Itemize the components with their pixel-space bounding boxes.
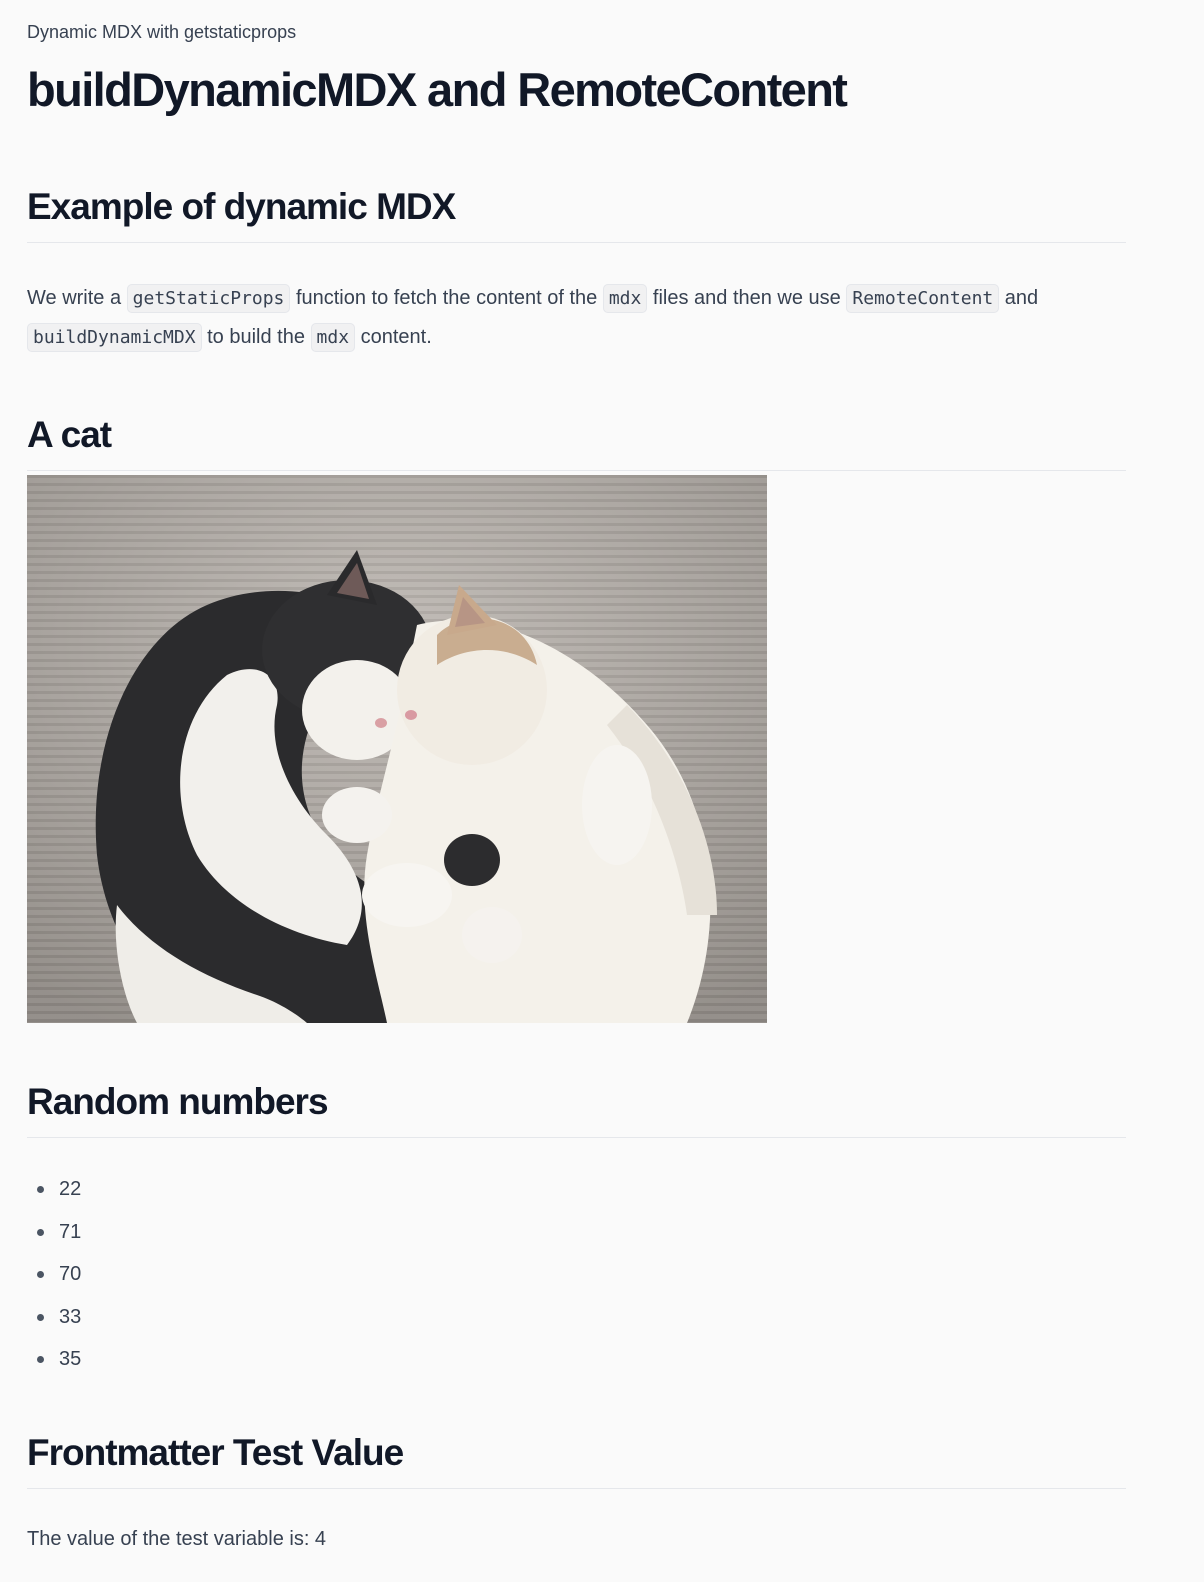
page-title: buildDynamicMDX and RemoteContent — [27, 63, 848, 116]
text: files and then we use — [647, 287, 847, 309]
random-numbers-list: 22 71 70 33 35 — [27, 1168, 81, 1381]
inline-code: getStaticProps — [126, 284, 291, 313]
section-heading-random-numbers: Random numbers — [27, 1081, 1126, 1138]
section-heading-cat: A cat — [27, 414, 1126, 471]
section-heading-example: Example of dynamic MDX — [27, 186, 1126, 243]
inline-code: buildDynamicMDX — [27, 323, 202, 352]
cat-photo — [27, 475, 767, 1023]
text: content. — [355, 326, 432, 348]
text: and — [999, 287, 1039, 309]
list-item: 71 — [27, 1211, 81, 1254]
inline-code: RemoteContent — [846, 284, 1000, 313]
inline-code: mdx — [310, 323, 356, 352]
breadcrumb[interactable]: Dynamic MDX with getstaticprops — [27, 22, 296, 43]
list-item: 35 — [27, 1338, 81, 1381]
example-paragraph: We write a getStaticProps function to fe… — [27, 279, 1126, 357]
cat-photo-icon — [27, 475, 767, 1023]
text: function to fetch the content of the — [290, 287, 603, 309]
frontmatter-test-value: The value of the test variable is: 4 — [27, 1528, 327, 1550]
section-heading-frontmatter: Frontmatter Test Value — [27, 1432, 1126, 1489]
text: to build the — [201, 326, 311, 348]
list-item: 22 — [27, 1168, 81, 1211]
inline-code: mdx — [602, 284, 648, 313]
text: We write a — [27, 287, 127, 309]
list-item: 33 — [27, 1296, 81, 1339]
list-item: 70 — [27, 1253, 81, 1296]
